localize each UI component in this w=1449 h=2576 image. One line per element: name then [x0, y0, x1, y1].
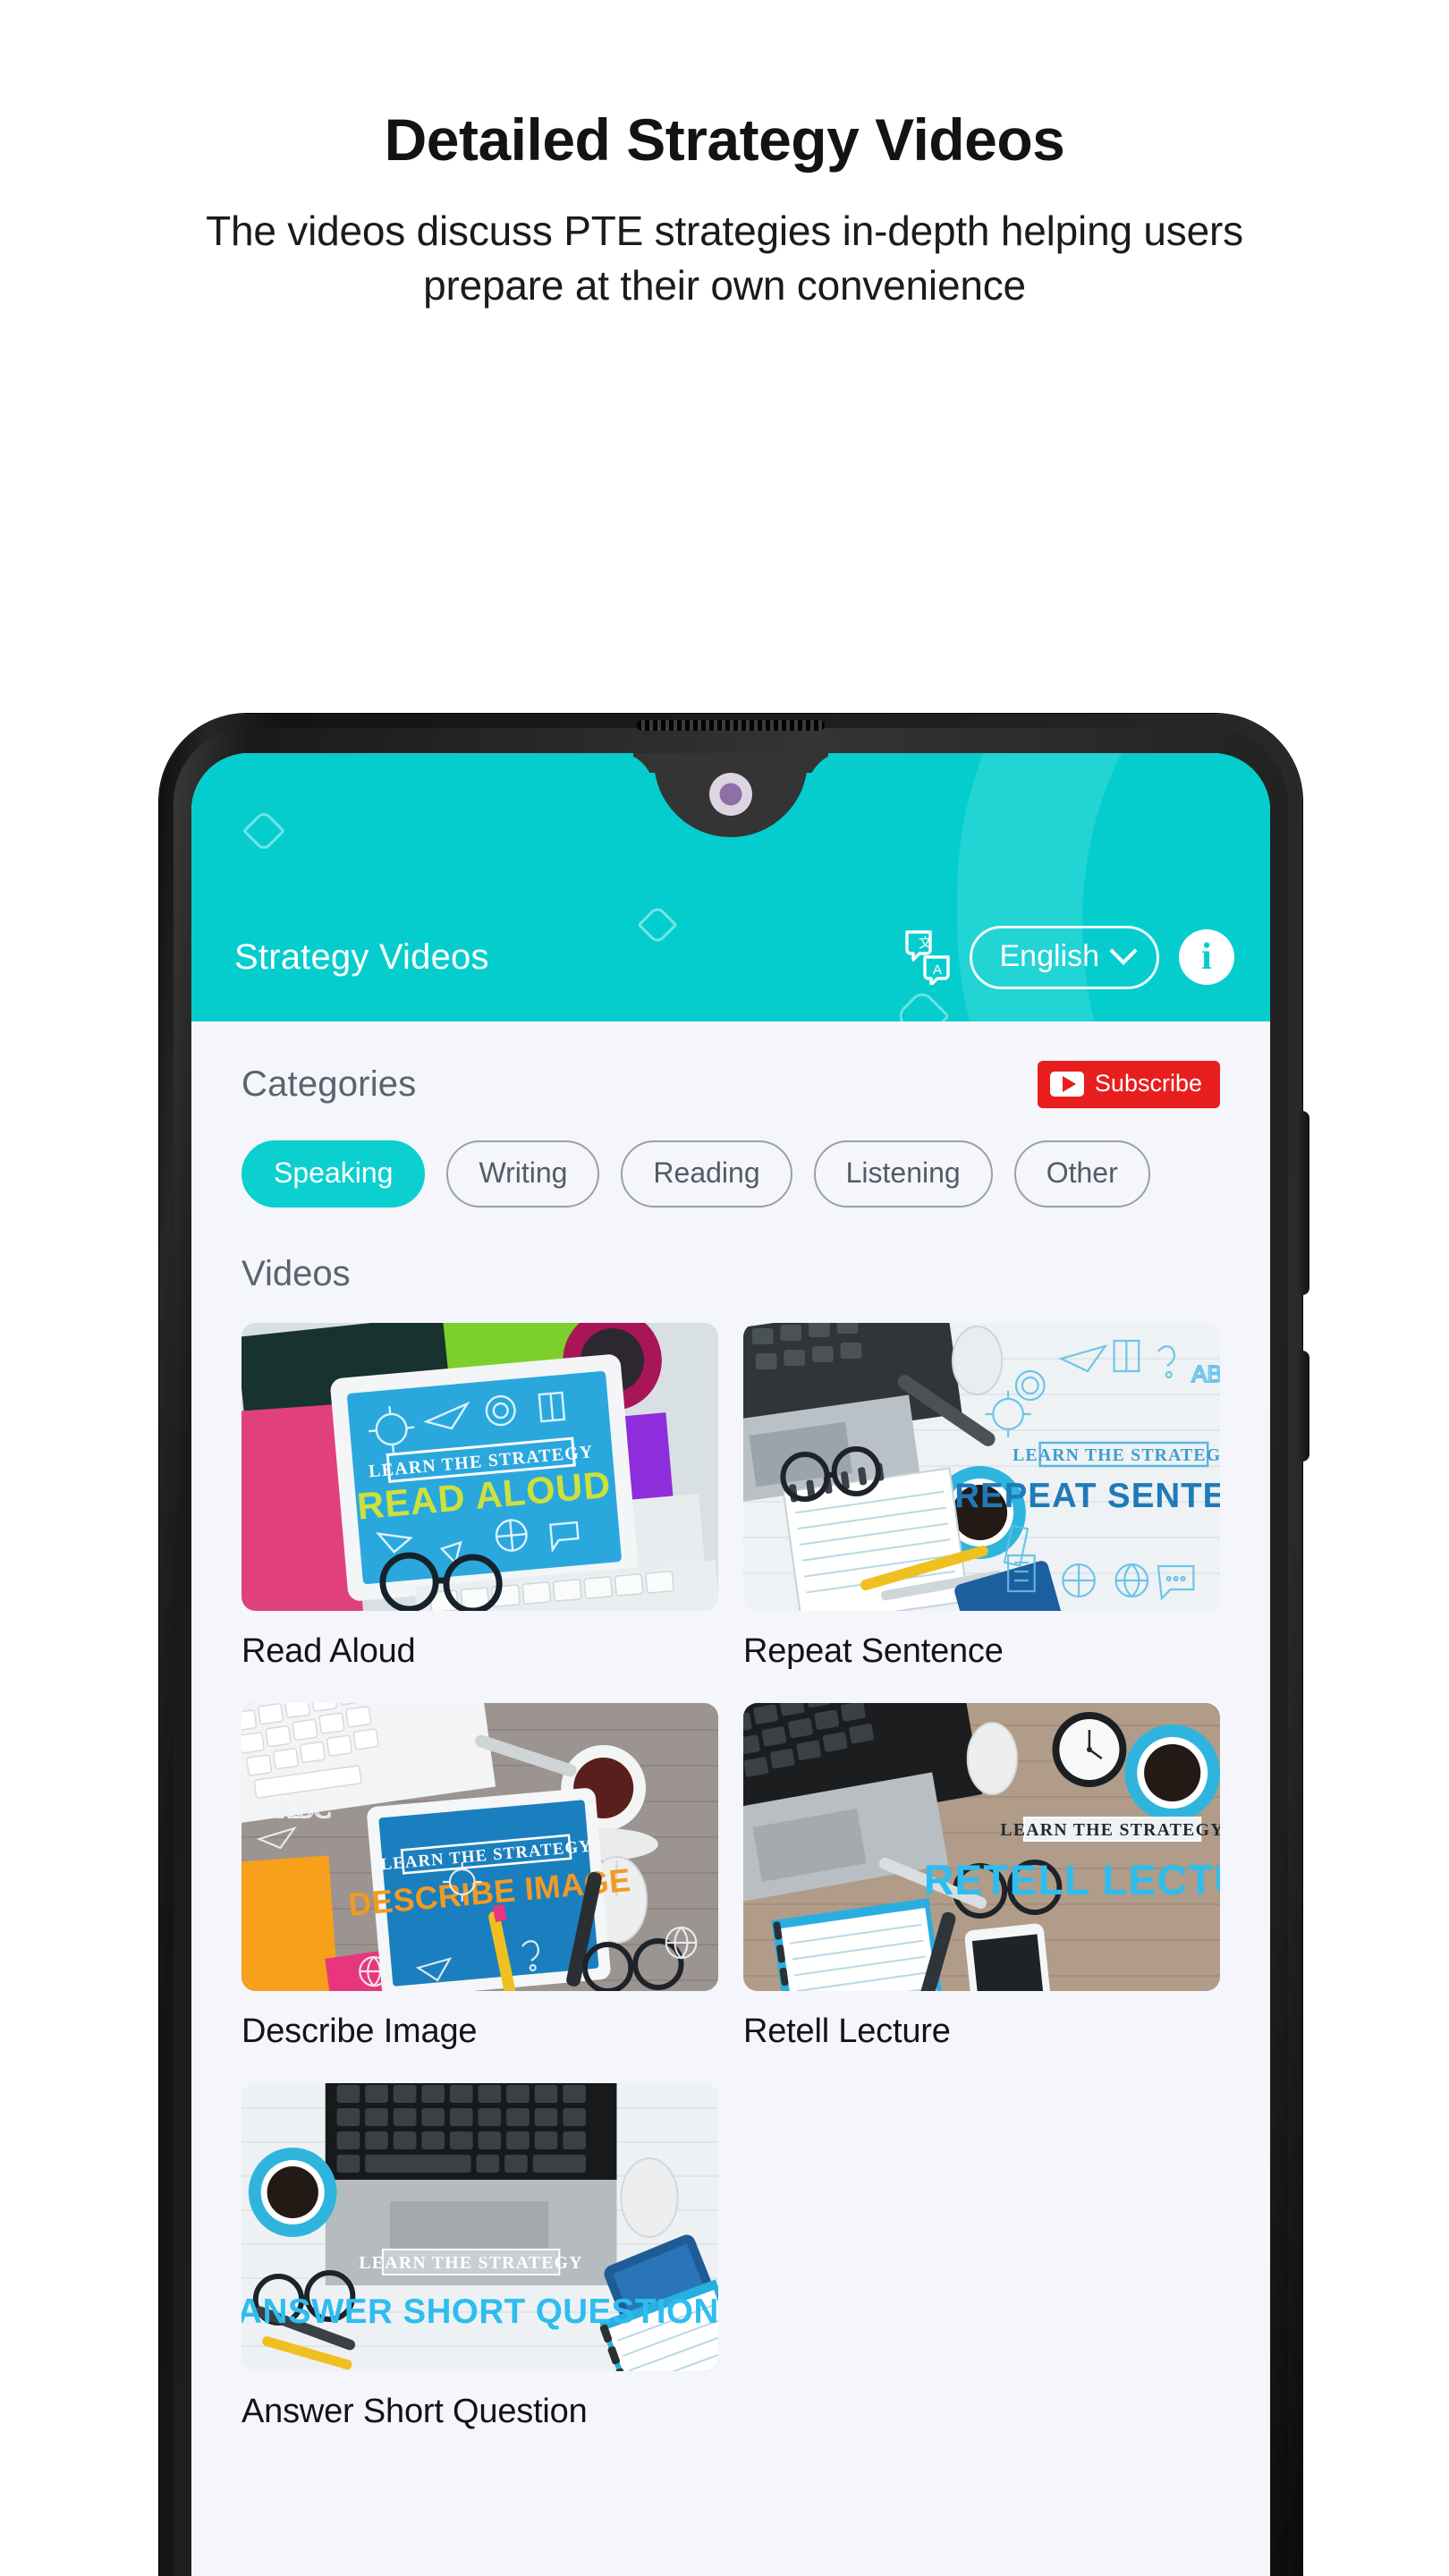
category-chip-reading[interactable]: Reading — [621, 1140, 792, 1208]
volume-button[interactable] — [1295, 1111, 1309, 1295]
svg-text:REPEAT SENTENCE: REPEAT SENTENCE — [954, 1477, 1220, 1515]
category-chip-listening[interactable]: Listening — [813, 1140, 993, 1208]
svg-text:A: A — [933, 962, 942, 978]
app-header: Strategy Videos 文 A English i — [191, 753, 1270, 1021]
video-title: Answer Short Question — [242, 2393, 588, 2430]
subscribe-label: Subscribe — [1094, 1070, 1202, 1097]
video-title: Read Aloud — [242, 1632, 416, 1670]
video-grid: LEARN THE STRATEGY READ ALOUD Read Aloud… — [191, 1294, 1270, 2431]
video-card-repeat-sentence[interactable]: AB LEARN THE STRATEGY REPEAT SENT Repeat… — [743, 1323, 1220, 1671]
video-thumbnail[interactable]: LEARN THE STRATEGY RETELL LECTURE — [743, 1703, 1220, 1991]
info-icon: i — [1201, 936, 1212, 978]
category-chip-other[interactable]: Other — [1013, 1140, 1150, 1208]
subscribe-button[interactable]: Subscribe — [1037, 1061, 1220, 1108]
diamond-decoration-icon — [242, 809, 286, 853]
video-card-retell-lecture[interactable]: LEARN THE STRATEGY RETELL LECTURE Retell… — [743, 1703, 1220, 2051]
app-header-row: Strategy Videos 文 A English i — [191, 919, 1270, 995]
info-button[interactable]: i — [1179, 929, 1234, 985]
video-title: Describe Image — [242, 2012, 478, 2050]
svg-text:文: 文 — [919, 936, 932, 951]
power-button[interactable] — [1295, 1351, 1309, 1462]
video-title: Repeat Sentence — [743, 1632, 1004, 1670]
translate-icon[interactable]: 文 A — [903, 929, 953, 987]
svg-text:LEARN THE STRATEGY: LEARN THE STRATEGY — [1013, 1445, 1220, 1465]
page-subtitle: The videos discuss PTE strategies in-dep… — [206, 207, 1243, 309]
video-thumbnail[interactable]: AB LEARN THE STRATEGY REPEAT SENT — [743, 1323, 1220, 1611]
categories-title: Categories — [242, 1064, 417, 1104]
language-selector[interactable]: English — [970, 925, 1159, 989]
phone-screen: Strategy Videos 文 A English i Categories… — [191, 753, 1270, 2576]
svg-text:RETELL LECTURE: RETELL LECTURE — [924, 1857, 1220, 1903]
front-camera — [709, 773, 752, 816]
category-chip-speaking[interactable]: Speaking — [242, 1140, 426, 1208]
svg-text:ABC: ABC — [276, 1794, 331, 1824]
svg-text:ANSWER SHORT QUESTION: ANSWER SHORT QUESTION — [242, 2292, 718, 2331]
video-grid-empty-slot — [743, 2083, 1220, 2431]
page-title: Detailed Strategy Videos — [384, 106, 1065, 173]
svg-text:AB: AB — [1191, 1362, 1220, 1387]
svg-text:LEARN THE STRATEGY: LEARN THE STRATEGY — [1000, 1820, 1220, 1840]
youtube-play-icon — [1049, 1071, 1084, 1097]
svg-text:LEARN THE STRATEGY: LEARN THE STRATEGY — [359, 2253, 582, 2273]
category-chip-list: Speaking Writing Reading Listening Other — [191, 1108, 1270, 1208]
video-card-answer-short-question[interactable]: LEARN THE STRATEGY ANSWER SHORT QUESTION… — [242, 2083, 718, 2431]
language-label: English — [999, 938, 1099, 973]
video-card-describe-image[interactable]: LEARN THE STRATEGY DESCRIBE IMAGE ABC De… — [242, 1703, 718, 2051]
chevron-down-icon — [1109, 936, 1138, 965]
promo-page: Detailed Strategy Videos The videos disc… — [0, 0, 1449, 2576]
video-thumbnail[interactable]: LEARN THE STRATEGY ANSWER SHORT QUESTION — [242, 2083, 718, 2371]
video-thumbnail[interactable]: LEARN THE STRATEGY READ ALOUD — [242, 1323, 718, 1611]
videos-title: Videos — [242, 1254, 351, 1293]
promo-block: Detailed Strategy Videos The videos disc… — [0, 106, 1449, 312]
video-thumbnail[interactable]: LEARN THE STRATEGY DESCRIBE IMAGE ABC — [242, 1703, 718, 1991]
phone-mockup: Strategy Videos 文 A English i Categories… — [159, 714, 1309, 2576]
app-title: Strategy Videos — [234, 936, 489, 977]
category-chip-writing[interactable]: Writing — [446, 1140, 600, 1208]
earpiece-speaker — [637, 720, 825, 731]
video-title: Retell Lecture — [743, 2012, 951, 2050]
app-content: Categories Subscribe Speaking Writing Re… — [191, 1021, 1270, 2431]
categories-header-row: Categories Subscribe — [191, 1021, 1270, 1108]
video-card-read-aloud[interactable]: LEARN THE STRATEGY READ ALOUD Read Aloud — [242, 1323, 718, 1671]
